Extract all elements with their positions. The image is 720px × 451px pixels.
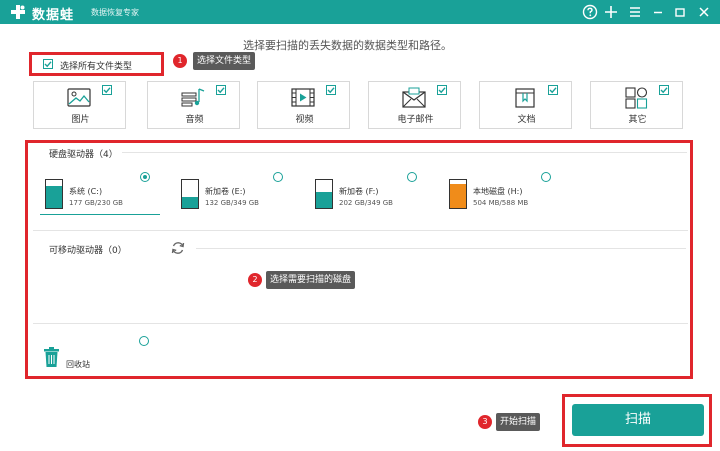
drive-size: 202 GB/349 GB [339, 199, 393, 207]
image-icon [66, 87, 92, 109]
page-subtitle: 选择要扫描的丢失数据的数据类型和路径。 [243, 39, 452, 52]
drive-name: 新加卷 (F:) [339, 187, 379, 196]
file-type-other[interactable]: 其它 [590, 81, 683, 129]
file-type-checkbox[interactable] [548, 85, 558, 95]
drive-icon [449, 179, 467, 209]
drive-size: 132 GB/349 GB [205, 199, 259, 207]
app-tagline: 数据恢复专家 [91, 8, 139, 17]
file-type-label: 其它 [628, 115, 647, 125]
divider [33, 230, 688, 231]
step-1-badge: 1 [173, 54, 187, 68]
recycle-bin[interactable]: 回收站 [40, 344, 120, 374]
drive-radio[interactable] [273, 172, 283, 182]
trash-icon [43, 347, 60, 370]
file-type-label: 视频 [295, 115, 314, 125]
drive-icon [315, 179, 333, 209]
hard-drives-title: 硬盘驱动器（4） [49, 150, 118, 160]
file-type-label: 电子邮件 [397, 115, 434, 125]
help-icon[interactable] [582, 4, 598, 20]
drive-radio[interactable] [541, 172, 551, 182]
close-icon[interactable] [696, 4, 712, 20]
drive-size: 177 GB/230 GB [69, 199, 123, 207]
step-2-tip: 选择需要扫描的磁盘 [266, 271, 356, 289]
file-type-label: 文档 [517, 115, 536, 125]
file-type-checkbox[interactable] [659, 85, 669, 95]
drive-radio[interactable] [407, 172, 417, 182]
app-name: 数据蛙 [32, 8, 75, 23]
drive-size: 504 MB/588 MB [473, 199, 529, 207]
video-icon [290, 87, 316, 109]
app-logo-icon [10, 4, 26, 20]
drive-usage-fill [182, 197, 198, 208]
maximize-icon[interactable] [672, 4, 688, 20]
file-type-checkbox[interactable] [216, 85, 226, 95]
drive-radio[interactable] [140, 172, 150, 182]
scan-button[interactable]: 扫描 [572, 404, 704, 436]
file-type-label: 图片 [71, 115, 90, 125]
drive-icon [45, 179, 63, 209]
file-type-label: 音频 [185, 115, 204, 125]
step-1-tip: 选择文件类型 [193, 52, 256, 70]
drive-name: 系统 (C:) [69, 187, 103, 196]
email-icon [401, 87, 427, 109]
divider [122, 152, 687, 153]
drive-usage-fill [316, 191, 332, 208]
drive-name: 新加卷 (E:) [205, 187, 246, 196]
removable-drives-title: 可移动驱动器（0） [49, 246, 127, 256]
select-all-label: 选择所有文件类型 [60, 62, 133, 72]
select-all-types[interactable]: 选择所有文件类型 [29, 52, 164, 76]
document-icon [512, 87, 538, 109]
recycle-bin-label: 回收站 [66, 360, 90, 369]
file-type-checkbox[interactable] [437, 85, 447, 95]
drive-icon [181, 179, 199, 209]
file-type-audio[interactable]: 音频 [147, 81, 240, 129]
select-all-checkbox[interactable] [43, 59, 53, 69]
file-type-document[interactable]: 文档 [479, 81, 572, 129]
file-type-email[interactable]: 电子邮件 [368, 81, 461, 129]
recycle-bin-radio[interactable] [139, 336, 149, 346]
file-type-checkbox[interactable] [102, 85, 112, 95]
step-3-badge: 3 [478, 415, 492, 429]
divider [33, 323, 688, 324]
other-icon [623, 87, 649, 109]
drive-usage-fill [46, 186, 62, 208]
menu-icon[interactable] [627, 4, 643, 20]
step-3-tip: 开始扫描 [496, 413, 541, 431]
drive-usage-fill [450, 183, 466, 208]
file-type-image[interactable]: 图片 [33, 81, 126, 129]
file-type-list: 图片 音频 视频 电子邮件 文档 其它 [33, 81, 698, 131]
file-type-checkbox[interactable] [326, 85, 336, 95]
drive-name: 本地磁盘 (H:) [473, 187, 523, 196]
step-2-badge: 2 [248, 273, 262, 287]
plus-icon[interactable] [603, 4, 619, 20]
audio-icon [180, 87, 206, 109]
divider [196, 248, 686, 249]
file-type-video[interactable]: 视频 [257, 81, 350, 129]
title-bar: 数据蛙 数据恢复专家 [0, 0, 720, 24]
refresh-icon[interactable] [170, 240, 186, 256]
minimize-icon[interactable] [650, 4, 666, 20]
